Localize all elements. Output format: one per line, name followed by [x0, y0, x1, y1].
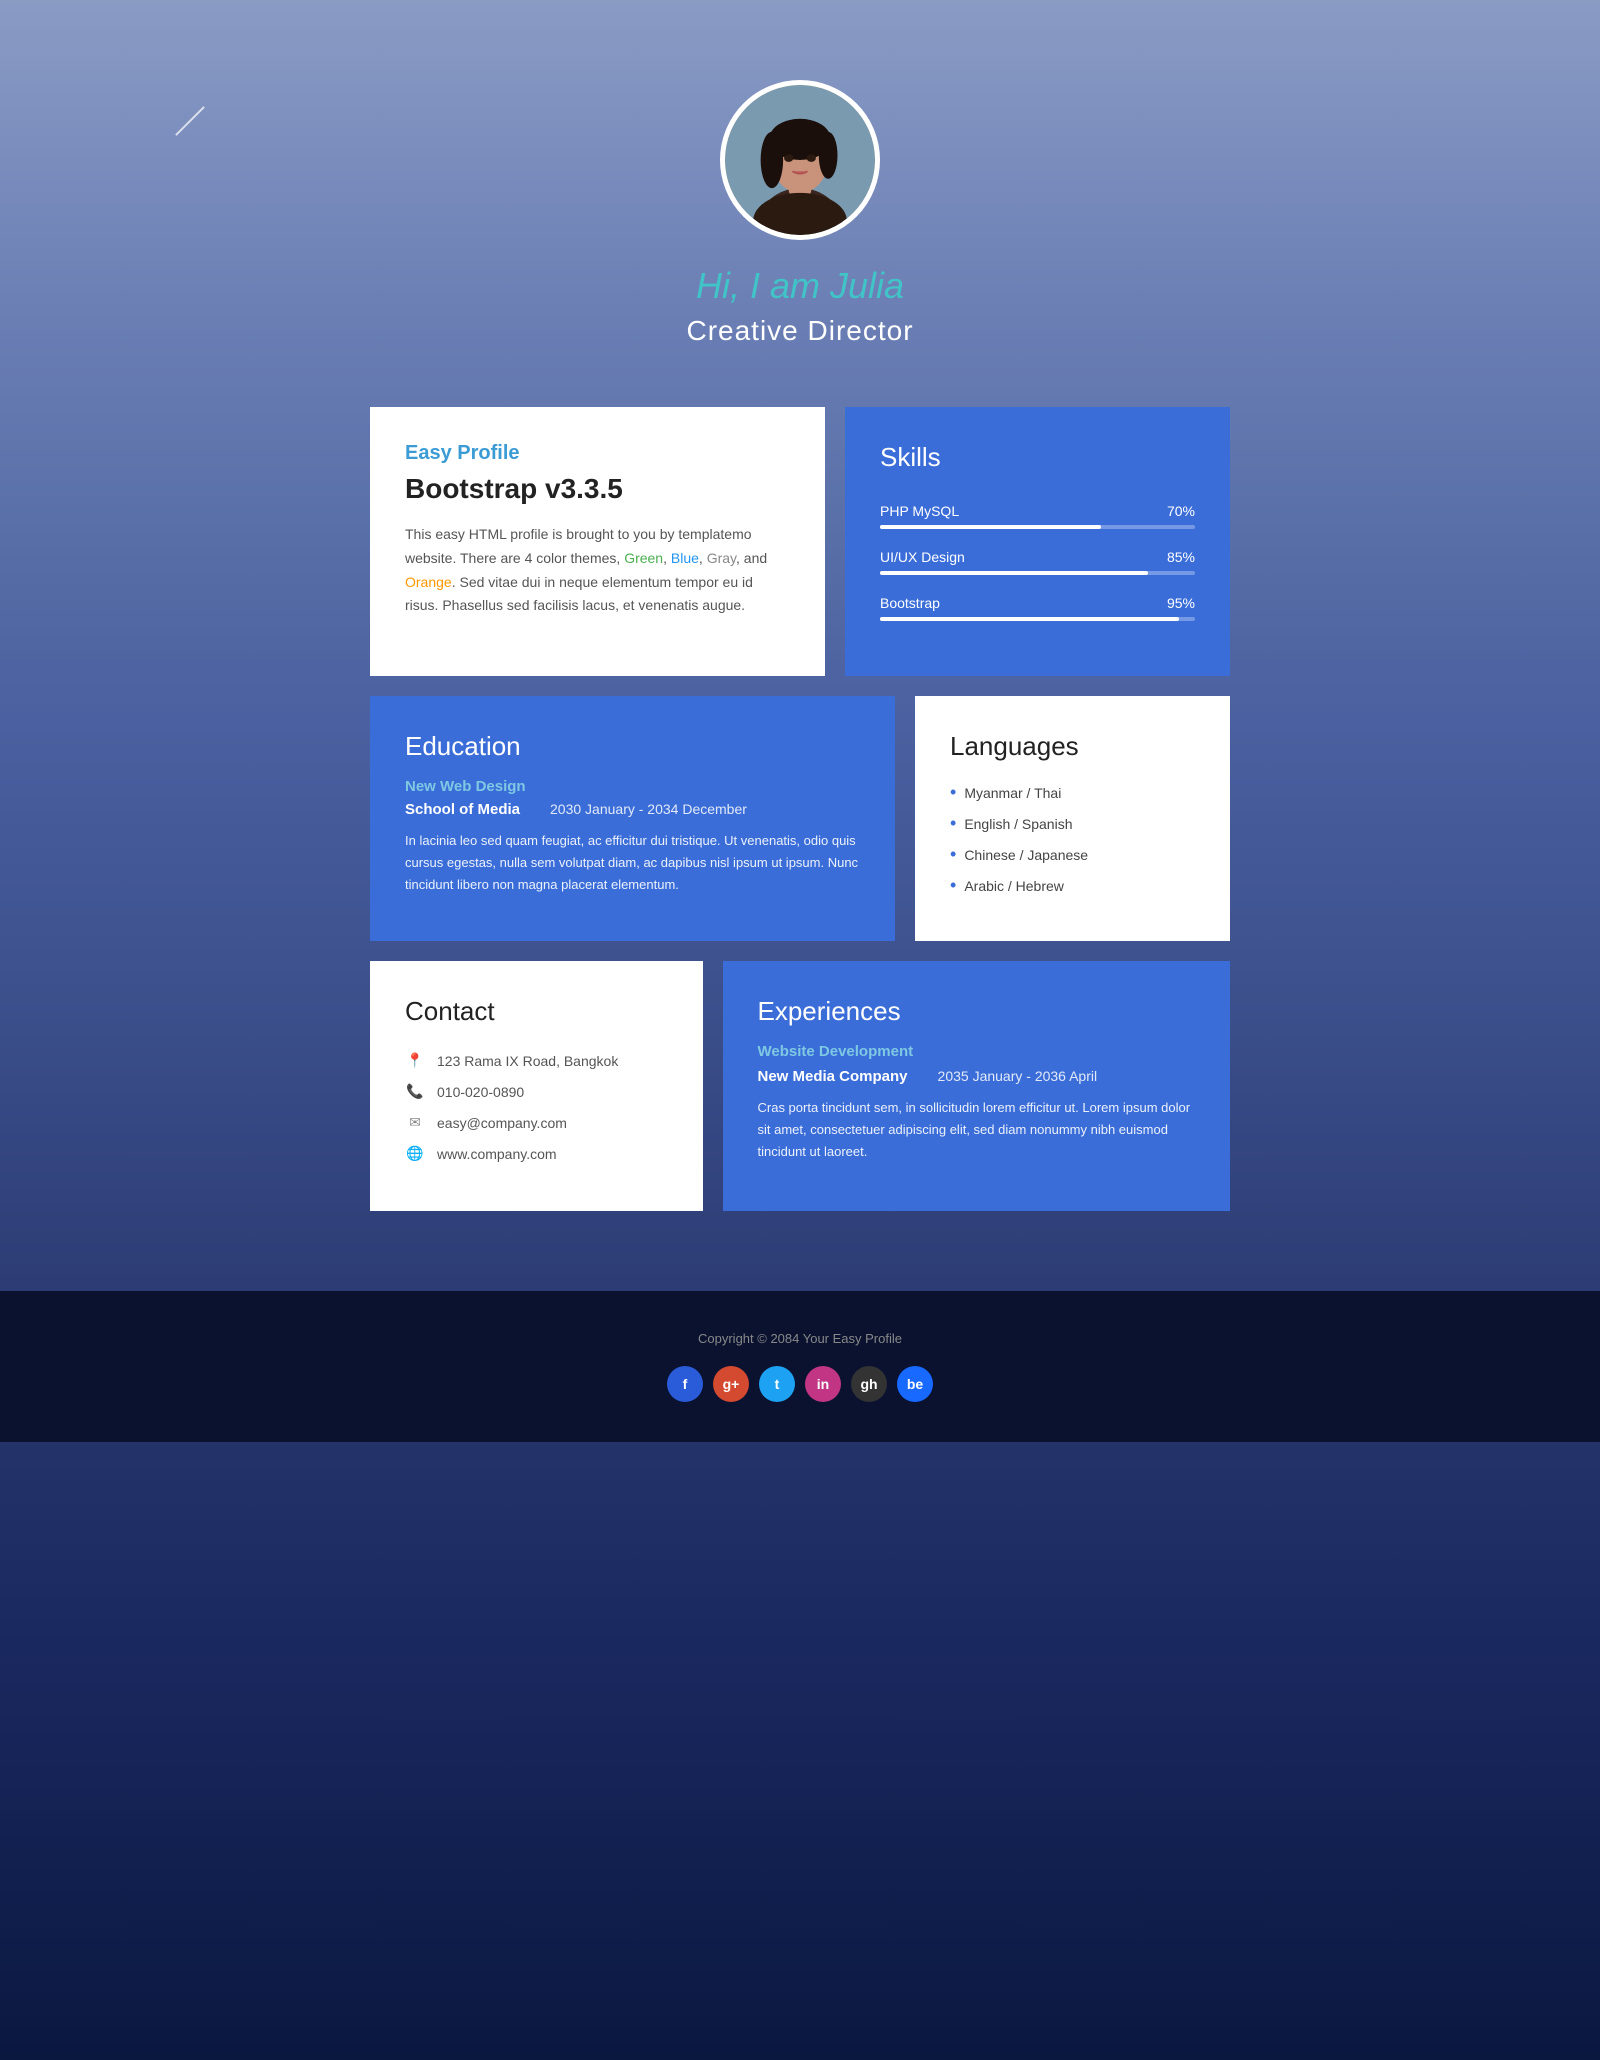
contact-card: Contact 📍 123 Rama IX Road, Bangkok 📞 01…: [370, 961, 703, 1211]
skill-bar-bg-bootstrap: [880, 617, 1195, 621]
location-icon: 📍: [405, 1052, 425, 1069]
row-3: Contact 📍 123 Rama IX Road, Bangkok 📞 01…: [370, 961, 1230, 1211]
globe-icon: 🌐: [405, 1145, 425, 1162]
education-school: School of Media: [405, 801, 520, 818]
language-item-2: English / Spanish: [950, 813, 1195, 834]
color-green: Green: [624, 550, 663, 566]
skill-item-php: PHP MySQL 70%: [880, 503, 1195, 529]
social-twitter[interactable]: t: [759, 1366, 795, 1402]
education-row: School of Media 2030 January - 2034 Dece…: [405, 801, 860, 818]
row-1: Easy Profile Bootstrap v3.3.5 This easy …: [370, 407, 1230, 676]
contact-website: 🌐 www.company.com: [405, 1145, 668, 1162]
skill-name-php: PHP MySQL: [880, 503, 959, 519]
contact-phone-text: 010-020-0890: [437, 1084, 524, 1100]
language-item-1: Myanmar / Thai: [950, 782, 1195, 803]
skill-percent-bootstrap: 95%: [1167, 595, 1195, 611]
social-facebook[interactable]: f: [667, 1366, 703, 1402]
phone-icon: 📞: [405, 1083, 425, 1100]
easy-profile-card: Easy Profile Bootstrap v3.3.5 This easy …: [370, 407, 825, 676]
profile-description: This easy HTML profile is brought to you…: [405, 523, 790, 618]
skill-bar-fill-uiux: [880, 571, 1148, 575]
skill-name-uiux: UI/UX Design: [880, 549, 965, 565]
skill-item-uiux: UI/UX Design 85%: [880, 549, 1195, 575]
skills-card: Skills PHP MySQL 70% UI/UX Design 85%: [845, 407, 1230, 676]
skill-bar-fill-bootstrap: [880, 617, 1179, 621]
contact-website-text: www.company.com: [437, 1146, 557, 1162]
hero-greeting: Hi, I am Julia: [20, 265, 1580, 307]
experiences-subtitle: Website Development: [758, 1043, 1196, 1060]
skill-bar-bg-uiux: [880, 571, 1195, 575]
experiences-title: Experiences: [758, 996, 1196, 1027]
contact-title: Contact: [405, 996, 668, 1027]
hero-title: Creative Director: [20, 315, 1580, 347]
footer-copyright: Copyright © 2084 Your Easy Profile: [20, 1331, 1580, 1346]
email-icon: ✉: [405, 1114, 425, 1131]
avatar-image: [725, 85, 875, 235]
education-card: Education New Web Design School of Media…: [370, 696, 895, 941]
skills-title: Skills: [880, 442, 1195, 473]
skill-name-bootstrap: Bootstrap: [880, 595, 940, 611]
color-gray: Gray: [707, 550, 736, 566]
skill-header-php: PHP MySQL 70%: [880, 503, 1195, 519]
bootstrap-version: Bootstrap v3.3.5: [405, 473, 790, 505]
skill-header-bootstrap: Bootstrap 95%: [880, 595, 1195, 611]
skill-bar-bg-php: [880, 525, 1195, 529]
social-behance[interactable]: be: [897, 1366, 933, 1402]
skill-item-bootstrap: Bootstrap 95%: [880, 595, 1195, 621]
skill-percent-php: 70%: [1167, 503, 1195, 519]
exp-company: New Media Company: [758, 1068, 908, 1085]
skill-header-uiux: UI/UX Design 85%: [880, 549, 1195, 565]
languages-title: Languages: [950, 731, 1195, 762]
row-2: Education New Web Design School of Media…: [370, 696, 1230, 941]
avatar-wrapper: [720, 80, 880, 240]
color-orange: Orange: [405, 574, 452, 590]
footer: Copyright © 2084 Your Easy Profile f g+ …: [0, 1291, 1600, 1442]
contact-address: 📍 123 Rama IX Road, Bangkok: [405, 1052, 668, 1069]
experiences-row: New Media Company 2035 January - 2036 Ap…: [758, 1068, 1196, 1085]
education-description: In lacinia leo sed quam feugiat, ac effi…: [405, 830, 860, 896]
social-github[interactable]: gh: [851, 1366, 887, 1402]
education-title: Education: [405, 731, 860, 762]
contact-email-text: easy@company.com: [437, 1115, 567, 1131]
experiences-description: Cras porta tincidunt sem, in sollicitudi…: [758, 1097, 1196, 1163]
color-blue: Blue: [671, 550, 699, 566]
contact-email: ✉ easy@company.com: [405, 1114, 668, 1131]
languages-card: Languages Myanmar / Thai English / Spani…: [915, 696, 1230, 941]
education-subtitle: New Web Design: [405, 778, 860, 795]
skill-bar-fill-php: [880, 525, 1101, 529]
main-content: Easy Profile Bootstrap v3.3.5 This easy …: [350, 407, 1250, 1291]
hero-section: Hi, I am Julia Creative Director: [0, 0, 1600, 407]
experiences-card: Experiences Website Development New Medi…: [723, 961, 1231, 1211]
contact-phone: 📞 010-020-0890: [405, 1083, 668, 1100]
skill-percent-uiux: 85%: [1167, 549, 1195, 565]
easy-profile-label: Easy Profile: [405, 442, 790, 465]
languages-list: Myanmar / Thai English / Spanish Chinese…: [950, 782, 1195, 896]
education-date: 2030 January - 2034 December: [550, 801, 747, 818]
social-icons: f g+ t in gh be: [20, 1366, 1580, 1402]
contact-address-text: 123 Rama IX Road, Bangkok: [437, 1053, 618, 1069]
social-instagram[interactable]: in: [805, 1366, 841, 1402]
social-googleplus[interactable]: g+: [713, 1366, 749, 1402]
exp-date: 2035 January - 2036 April: [938, 1068, 1098, 1085]
language-item-4: Arabic / Hebrew: [950, 875, 1195, 896]
language-item-3: Chinese / Japanese: [950, 844, 1195, 865]
